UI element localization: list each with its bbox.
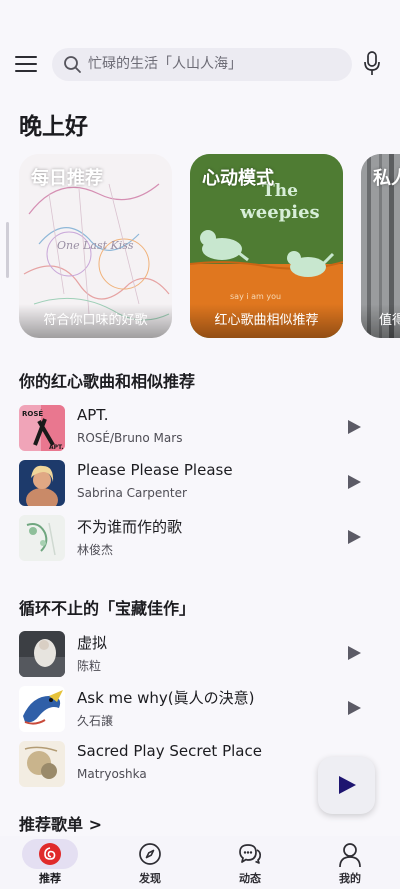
nav-label: 我的 <box>339 872 361 885</box>
album-cover <box>19 741 65 787</box>
recommend-cards: One Last Kiss 每日推荐 符合你口味的好歌 The weepies … <box>0 154 400 340</box>
song-artist: ROSÉ/Bruno Mars <box>77 431 183 445</box>
top-bar: 忙碌的生活「人山人海」 <box>0 46 400 82</box>
section-title-treasure: 循环不止的「宝藏佳作」 <box>19 599 196 618</box>
song-row[interactable]: Ask me why(眞人の決意) 久石譲 <box>0 685 400 735</box>
nav-item-feed[interactable]: 动态 <box>210 836 290 889</box>
netease-logo-icon <box>39 843 61 865</box>
card-subtitle: 符合你口味的好歌 <box>19 304 172 338</box>
microphone-icon[interactable] <box>363 51 381 77</box>
song-title: APT. <box>77 406 109 424</box>
song-title: 不为谁而作的歌 <box>77 518 183 536</box>
search-icon <box>64 56 81 73</box>
card-title: 私人 <box>373 168 400 189</box>
song-row[interactable]: 虚拟 陈粒 <box>0 630 400 680</box>
card-title: 心动模式 <box>202 168 274 189</box>
nav-item-discover[interactable]: 发现 <box>110 836 190 889</box>
album-art-text-3: say i am you <box>230 292 281 301</box>
album-cover <box>19 515 65 561</box>
song-artist: 林俊杰 <box>77 543 114 557</box>
song-artist: Matryoshka <box>77 767 147 781</box>
play-icon[interactable] <box>347 530 361 544</box>
play-icon[interactable] <box>347 701 361 715</box>
search-placeholder[interactable]: 忙碌的生活「人山人海」 <box>88 48 242 81</box>
nav-item-recommend[interactable]: 推荐 <box>10 836 90 889</box>
greeting-title: 晚上好 <box>19 114 88 140</box>
album-art-text-2: weepies <box>239 202 319 223</box>
play-icon[interactable] <box>347 646 361 660</box>
card-title: 每日推荐 <box>31 168 103 189</box>
song-title: Please Please Please <box>77 461 233 479</box>
album-cover <box>19 631 65 677</box>
song-title: Ask me why(眞人の決意) <box>77 689 255 707</box>
chat-bubbles-icon <box>239 844 262 864</box>
svg-text:APT.: APT. <box>49 444 64 451</box>
card-heartbeat-mode[interactable]: The weepies say i am you 心动模式 红心歌曲相似推荐 <box>190 154 343 338</box>
bottom-nav: 推荐 发现 动态 我的 <box>0 836 400 889</box>
search-bar[interactable]: 忙碌的生活「人山人海」 <box>52 48 352 81</box>
album-cover <box>19 686 65 732</box>
song-artist: Sabrina Carpenter <box>77 486 187 500</box>
nav-label: 推荐 <box>39 872 61 885</box>
section-title-liked: 你的红心歌曲和相似推荐 <box>19 372 196 391</box>
song-row[interactable]: Please Please Please Sabrina Carpenter <box>0 459 400 509</box>
person-icon <box>339 843 361 868</box>
song-title: Sacred Play Secret Place <box>77 742 262 760</box>
recommended-playlists-link[interactable]: 推荐歌单 > <box>19 811 102 835</box>
album-cover: ROSÉ APT. <box>19 405 65 451</box>
menu-icon[interactable] <box>15 54 37 72</box>
svg-text:One Last Kiss: One Last Kiss <box>57 239 134 252</box>
card-daily-recommend[interactable]: One Last Kiss 每日推荐 符合你口味的好歌 <box>19 154 172 338</box>
play-icon[interactable] <box>347 475 361 489</box>
song-row[interactable]: ROSÉ APT. APT. ROSÉ/Bruno Mars <box>0 404 400 454</box>
card-subtitle: 值得 <box>361 304 400 338</box>
nav-item-mine[interactable]: 我的 <box>310 836 390 889</box>
play-icon[interactable] <box>347 420 361 434</box>
compass-icon <box>139 843 161 865</box>
song-artist: 久石譲 <box>77 714 114 728</box>
song-title: 虚拟 <box>77 634 108 652</box>
song-row[interactable]: 不为谁而作的歌 林俊杰 <box>0 514 400 564</box>
song-artist: 陈粒 <box>77 659 102 673</box>
nav-label: 动态 <box>239 872 261 885</box>
card-private-fm[interactable]: 私人 值得 <box>361 154 400 338</box>
nav-label: 发现 <box>139 872 161 885</box>
album-cover <box>19 460 65 506</box>
mini-player-play-button[interactable] <box>318 757 375 814</box>
card-subtitle: 红心歌曲相似推荐 <box>190 304 343 338</box>
play-icon <box>339 776 356 794</box>
cover-text: ROSÉ <box>22 409 43 418</box>
